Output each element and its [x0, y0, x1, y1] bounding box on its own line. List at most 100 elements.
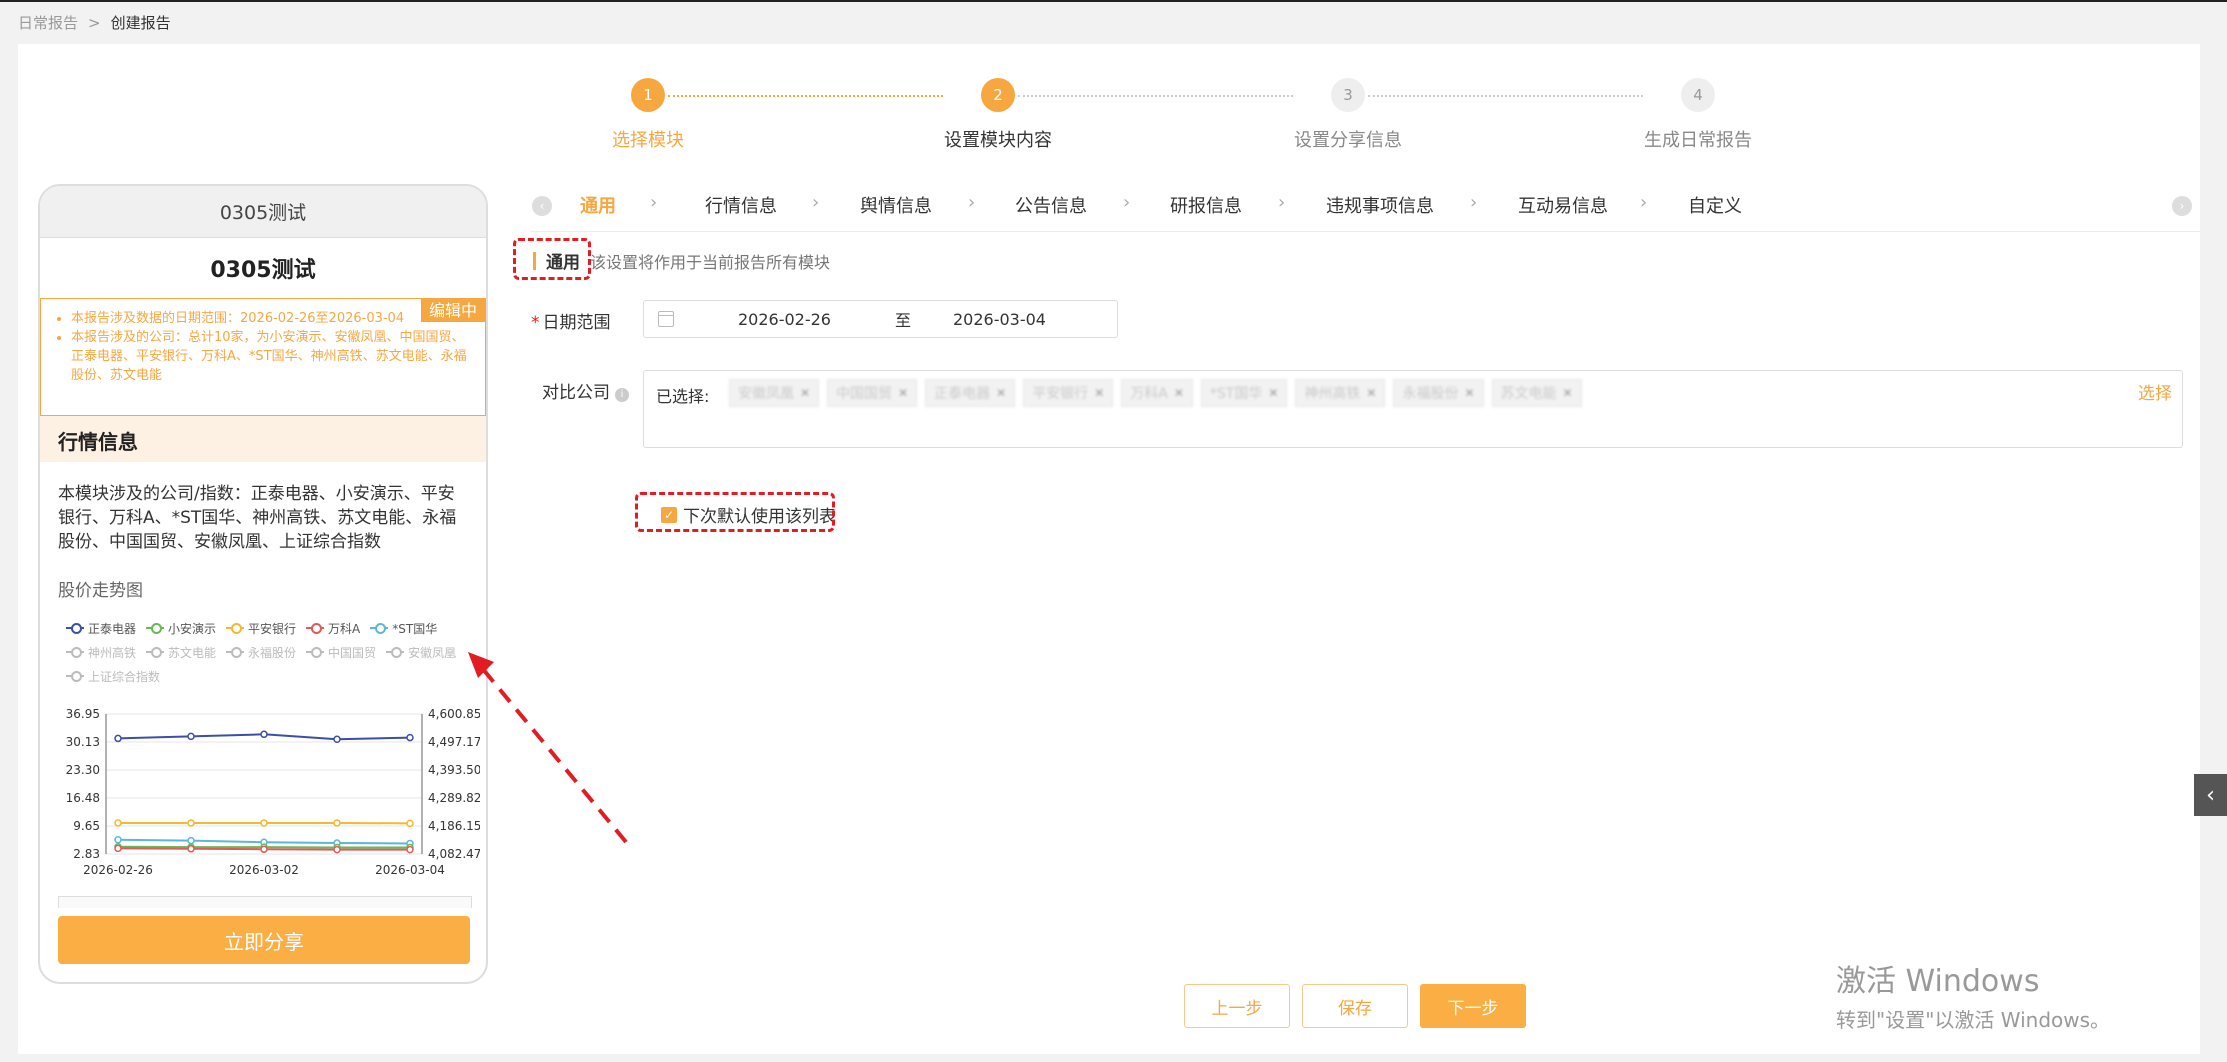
- remove-chip-icon[interactable]: ✕: [1563, 386, 1573, 400]
- legend-item[interactable]: 小安演示: [146, 616, 216, 640]
- data-point: [406, 819, 414, 828]
- company-chip-label: 苏文电能: [1500, 386, 1557, 402]
- preview-header: 0305测试: [40, 186, 486, 238]
- y-left-tick: 36.95: [66, 707, 100, 721]
- data-point: [114, 734, 122, 743]
- next-step-button[interactable]: 下一步: [1420, 984, 1526, 1028]
- company-chip: 万科A ✕: [1121, 379, 1193, 407]
- legend-label: 永福股份: [248, 645, 297, 660]
- date-range-label: * 日期范围: [531, 308, 611, 333]
- tab-market[interactable]: 行情信息: [705, 192, 777, 218]
- tab-separator-icon: ›: [968, 192, 976, 213]
- legend-marker-icon: [66, 623, 84, 634]
- tab-separator-icon: ›: [1470, 192, 1478, 213]
- tab-sentiment[interactable]: 舆情信息: [860, 192, 932, 218]
- step-4[interactable]: 4 生成日常报告: [1598, 78, 1798, 152]
- y-left-tick: 16.48: [66, 791, 100, 805]
- tab-violation[interactable]: 违规事项信息: [1326, 192, 1434, 218]
- step-3[interactable]: 3 设置分享信息: [1248, 78, 1448, 152]
- stock-trend-chart: 36.95 4,600.8530.13 4,497.1723.30 4,393.501…: [66, 707, 480, 877]
- remove-chip-icon[interactable]: ✕: [1174, 386, 1184, 400]
- data-point: [333, 735, 341, 743]
- company-chip: 中国国贸 ✕: [827, 379, 918, 407]
- remove-chip-icon[interactable]: ✕: [898, 386, 908, 400]
- compare-company-label-text: 对比公司: [542, 383, 610, 403]
- data-point: [187, 845, 195, 853]
- legend-label: 万科A: [328, 621, 361, 636]
- legend-marker-icon: [306, 647, 325, 658]
- remove-chip-icon[interactable]: ✕: [1094, 386, 1104, 400]
- legend-label: 神州高铁: [88, 645, 137, 660]
- company-chip-label: 永福股份: [1402, 386, 1459, 402]
- step-indicator: 1 选择模块 2 设置模块内容 3 设置分享信息 4 生成日常报告: [548, 78, 1752, 158]
- date-range-picker[interactable]: 2026-02-26 至 2026-03-04: [643, 300, 1118, 338]
- tabs-next-icon[interactable]: ›: [2172, 196, 2192, 216]
- compare-company-label: 对比公司 i: [542, 378, 629, 403]
- remove-chip-icon[interactable]: ✕: [996, 386, 1006, 400]
- legend-item[interactable]: *ST国华: [370, 616, 437, 640]
- remove-chip-icon[interactable]: ✕: [1464, 386, 1474, 400]
- data-point: [114, 819, 122, 827]
- legend-marker-icon: [370, 623, 389, 634]
- breadcrumb-separator: >: [88, 13, 101, 32]
- section-hint: 该设置将作用于当前报告所有模块: [590, 252, 831, 272]
- legend-marker-icon: [306, 623, 325, 634]
- remove-chip-icon[interactable]: ✕: [1366, 386, 1376, 400]
- annotation-arrow-icon: [468, 652, 628, 844]
- company-chip-label: 神州高铁: [1304, 386, 1361, 402]
- company-chip-label: 中国国贸: [836, 386, 893, 402]
- tab-custom[interactable]: 自定义: [1688, 192, 1742, 218]
- data-point: [333, 819, 341, 827]
- company-chip: 正泰电器 ✕: [925, 379, 1016, 407]
- windows-activation-watermark: 激活 Windows 转到"设置"以激活 Windows。: [1836, 956, 2110, 1033]
- legend-marker-icon: [226, 623, 245, 634]
- legend-item[interactable]: 万科A: [306, 616, 360, 640]
- legend-item[interactable]: 安徽凤凰: [386, 640, 456, 664]
- select-company-link[interactable]: 选择: [2138, 379, 2172, 404]
- chart-legend: 正泰电器 小安演示 平安银行 万科A *ST国华神州高铁 苏文电能 永福股份 中国国贸 安徽凤凰…: [66, 616, 476, 688]
- step-number: 2: [981, 78, 1015, 112]
- date-start[interactable]: 2026-02-26: [738, 310, 831, 329]
- compare-company-field[interactable]: 已选择: 安徽凤凰 ✕ 中国国贸 ✕ 正泰电器 ✕ 平安银行 ✕ 万科A ✕ *ST国华 ✕ 神州高铁 ✕…: [643, 370, 2183, 448]
- data-point: [187, 836, 195, 845]
- step-1[interactable]: 1 选择模块: [548, 78, 748, 152]
- legend-item[interactable]: 永福股份: [226, 640, 296, 664]
- legend-item[interactable]: 平安银行: [226, 616, 296, 640]
- share-now-button[interactable]: 立即分享: [58, 916, 470, 964]
- tab-research[interactable]: 研报信息: [1170, 192, 1242, 218]
- remove-chip-icon[interactable]: ✕: [800, 386, 810, 400]
- legend-marker-icon: [146, 647, 165, 658]
- data-point: [260, 845, 268, 853]
- annotation-box-general: [513, 238, 591, 280]
- date-range-label-text: 日期范围: [542, 313, 611, 333]
- legend-label: 正泰电器: [88, 621, 137, 636]
- legend-item[interactable]: 苏文电能: [146, 640, 216, 664]
- collapse-panel-icon[interactable]: ‹: [2194, 774, 2227, 816]
- data-point: [406, 733, 414, 742]
- legend-item[interactable]: 正泰电器: [66, 616, 136, 640]
- data-point: [260, 730, 268, 739]
- preview-title: 0305测试: [210, 258, 316, 283]
- y-left-tick: 23.30: [66, 763, 100, 777]
- company-chip-label: 正泰电器: [934, 386, 991, 402]
- legend-item[interactable]: 上证综合指数: [66, 664, 160, 688]
- info-icon[interactable]: i: [615, 388, 629, 402]
- tabs-prev-icon[interactable]: ‹: [532, 196, 552, 216]
- prev-step-button[interactable]: 上一步: [1184, 984, 1290, 1028]
- annotation-box-checkbox: [635, 492, 835, 532]
- date-end[interactable]: 2026-03-04: [953, 310, 1046, 329]
- tab-interaction[interactable]: 互动易信息: [1518, 192, 1608, 218]
- data-point: [114, 836, 122, 844]
- breadcrumb-parent[interactable]: 日常报告: [18, 12, 78, 33]
- chart-title: 股价走势图: [58, 581, 143, 601]
- legend-marker-icon: [226, 647, 245, 658]
- module-tabs: ‹ 通用 › 行情信息 › 舆情信息 › 公告信息 › 研报信息 › 违规事项信…: [530, 186, 2200, 232]
- legend-item[interactable]: 神州高铁: [66, 640, 136, 664]
- company-chip: *ST国华 ✕: [1200, 379, 1288, 407]
- tab-general[interactable]: 通用: [580, 192, 616, 218]
- save-button[interactable]: 保存: [1302, 984, 1408, 1028]
- legend-item[interactable]: 中国国贸: [306, 640, 376, 664]
- step-2[interactable]: 2 设置模块内容: [898, 78, 1098, 152]
- remove-chip-icon[interactable]: ✕: [1268, 386, 1278, 400]
- tab-announcement[interactable]: 公告信息: [1015, 192, 1087, 218]
